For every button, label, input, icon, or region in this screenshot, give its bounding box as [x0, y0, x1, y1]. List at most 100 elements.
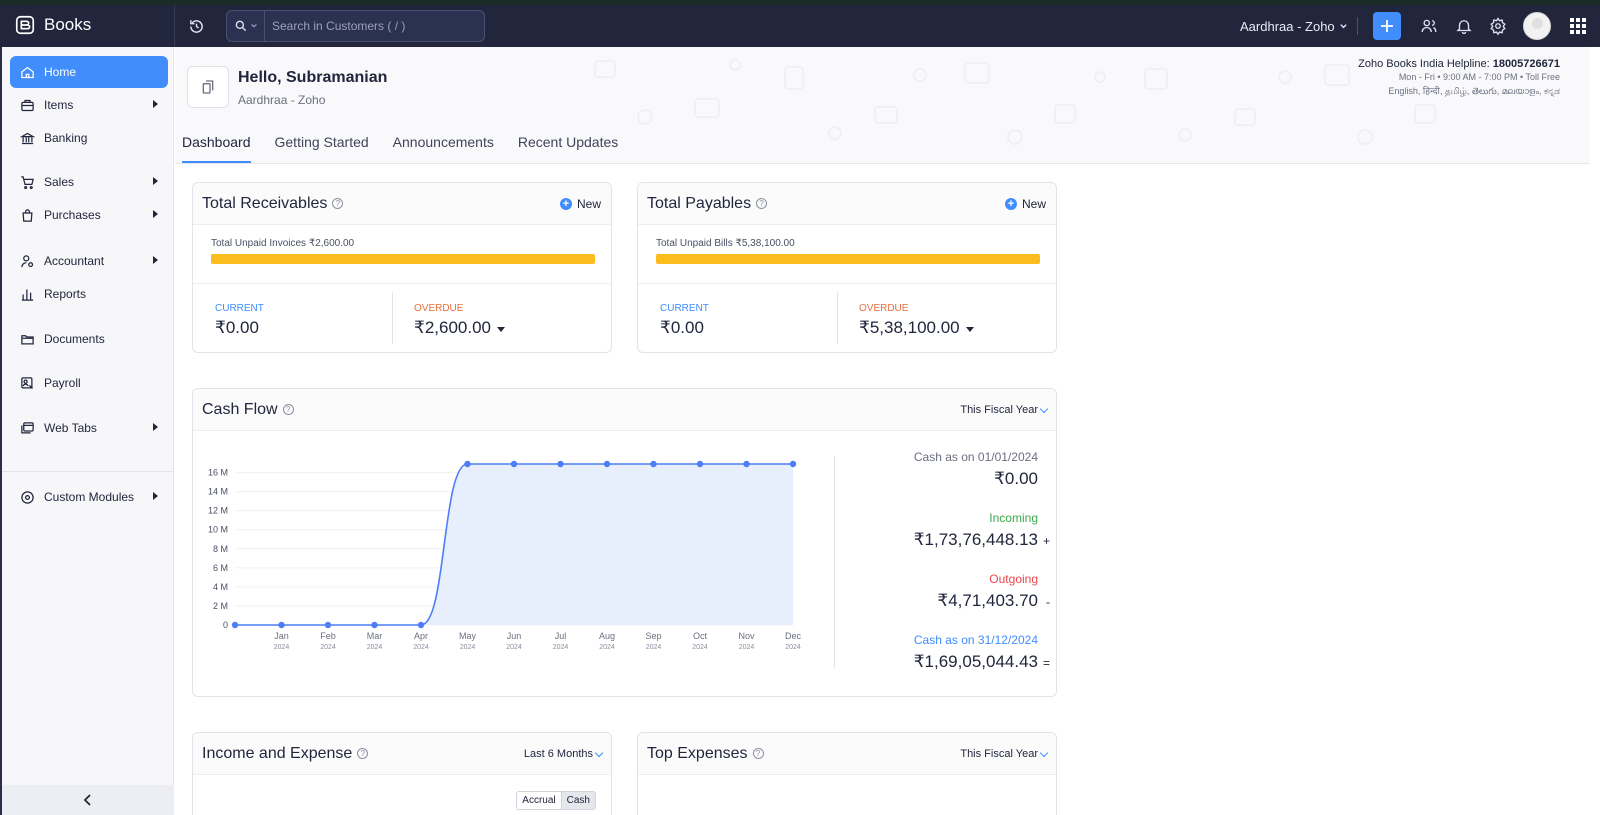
outgoing-cash: Outgoing ₹4,71,403.70 - [937, 572, 1050, 611]
help-icon[interactable]: ? [752, 748, 764, 759]
payroll-icon [21, 376, 33, 389]
top-bar: Books Aardhraa - Zoho [0, 5, 1600, 47]
stat-divider [392, 292, 393, 344]
caret-right-icon [153, 177, 158, 185]
sidebar-item-accountant[interactable]: Accountant [10, 245, 168, 277]
y-tick-label: 12 M [208, 506, 228, 516]
sidebar-item-payroll[interactable]: Payroll [10, 367, 168, 399]
bag-icon [22, 208, 33, 222]
sidebar-item-banking[interactable]: Banking [10, 122, 168, 154]
users-icon[interactable] [1420, 17, 1438, 35]
accrual-toggle-button[interactable]: Accrual [517, 792, 561, 809]
chevron-down-icon [1039, 748, 1049, 757]
overdue-label: OVERDUE [414, 303, 464, 314]
period-label: This Fiscal Year [960, 404, 1038, 416]
helpline-hours: Mon - Fri • 9:00 AM - 7:00 PM • Toll Fre… [1398, 72, 1560, 82]
apps-grid-icon[interactable] [1569, 17, 1587, 35]
closing-balance: Cash as on 31/12/2024 ₹1,69,05,044.43 = [913, 633, 1050, 672]
receivables-overdue-fill [211, 254, 595, 264]
helpline-number[interactable]: 18005726671 [1493, 58, 1560, 70]
chevron-down-icon [250, 23, 257, 28]
x-tick-label: Feb [320, 631, 336, 641]
chevron-down-icon [1339, 24, 1347, 29]
help-icon[interactable]: ? [357, 748, 369, 759]
tab-getting-started[interactable]: Getting Started [275, 124, 369, 163]
help-icon[interactable]: ? [282, 404, 294, 415]
period-label: This Fiscal Year [960, 748, 1038, 760]
sidebar-item-custom-modules[interactable]: Custom Modules [10, 481, 168, 513]
new-bill-button[interactable]: + New [1004, 197, 1046, 211]
collapse-sidebar-button[interactable] [2, 785, 174, 815]
sidebar-item-home[interactable]: Home [10, 56, 168, 88]
chevron-down-icon [1039, 404, 1049, 413]
overdue-value[interactable]: ₹2,600.00 [414, 318, 505, 338]
tab-dashboard[interactable]: Dashboard [182, 124, 251, 163]
cash-toggle-button[interactable]: Cash [560, 792, 595, 809]
current-label: CURRENT [660, 303, 709, 314]
current-value[interactable]: ₹0.00 [215, 318, 259, 338]
gear-icon[interactable] [1489, 17, 1507, 35]
new-button-label: New [576, 197, 601, 211]
income-expense-period-dropdown[interactable]: Last 6 Months [524, 748, 604, 760]
x-tick-year-label: 2024 [367, 644, 383, 651]
y-tick-label: 4 M [213, 582, 228, 592]
sidebar-item-label: Reports [44, 287, 87, 301]
reports-icon [21, 289, 34, 301]
y-tick-label: 2 M [213, 601, 228, 611]
books-logo-icon [15, 15, 35, 35]
overdue-value[interactable]: ₹5,38,100.00 [859, 318, 974, 338]
stat-divider [837, 292, 838, 344]
app-logo[interactable]: Books [14, 14, 91, 36]
sidebar-item-purchases[interactable]: Purchases [10, 199, 168, 231]
bell-icon[interactable] [1455, 17, 1473, 35]
search-input[interactable] [265, 19, 475, 33]
sidebar: Home Items Banking Sales Purchases Accou… [0, 47, 174, 815]
accountant-icon [21, 254, 34, 267]
incoming-cash: Incoming ₹1,73,76,448.13 + [914, 511, 1050, 550]
y-tick-label: 10 M [208, 525, 228, 535]
caret-right-icon [153, 492, 158, 500]
organization-logo[interactable] [187, 66, 229, 108]
sidebar-item-items[interactable]: Items [10, 89, 168, 121]
tab-announcements[interactable]: Announcements [393, 124, 494, 163]
x-tick-year-label: 2024 [320, 644, 336, 651]
x-tick-year-label: 2024 [739, 644, 755, 651]
x-tick-year-label: 2024 [646, 644, 662, 651]
sidebar-item-documents[interactable]: Documents [10, 323, 168, 355]
sidebar-item-label: Custom Modules [44, 490, 135, 504]
topbar-divider [174, 5, 175, 47]
sidebar-item-label: Web Tabs [44, 421, 97, 435]
outgoing-label: Outgoing [989, 572, 1038, 586]
quick-create-button[interactable] [1373, 12, 1401, 40]
x-tick-label: Jul [555, 631, 567, 641]
help-icon[interactable]: ? [756, 198, 768, 209]
tab-recent-updates[interactable]: Recent Updates [518, 124, 618, 163]
new-invoice-button[interactable]: + New [559, 197, 601, 211]
minus-sign: - [1046, 595, 1050, 609]
organization-name: Aardhraa - Zoho [238, 93, 326, 107]
opening-balance: Cash as on 01/01/2024 ₹0.00 [914, 450, 1038, 489]
cash-flow-point [371, 621, 378, 629]
search-box[interactable] [226, 10, 485, 42]
sidebar-item-web-tabs[interactable]: Web Tabs [10, 412, 168, 444]
user-avatar[interactable] [1523, 12, 1551, 40]
total-unpaid-bills: Total Unpaid Bills ₹5,38,100.00 [656, 238, 795, 249]
top-expenses-period-dropdown[interactable]: This Fiscal Year [960, 748, 1049, 760]
org-switcher[interactable]: Aardhraa - Zoho [1240, 19, 1348, 34]
chevron-down-icon [594, 748, 604, 757]
x-tick-label: May [459, 631, 477, 641]
modules-icon [21, 490, 34, 504]
cash-flow-point [278, 621, 285, 629]
search-scope-selector[interactable] [227, 11, 265, 41]
closing-balance-label: Cash as on 31/12/2024 [913, 633, 1038, 647]
x-tick-label: Jun [507, 631, 522, 641]
helpline-languages[interactable]: English, हिन्दी, தமிழ், తెలుగు, മലയാളം, … [1358, 84, 1560, 99]
x-tick-label: Aug [599, 631, 615, 641]
current-value[interactable]: ₹0.00 [660, 318, 704, 338]
x-tick-year-label: 2024 [460, 644, 476, 651]
recent-activity-icon[interactable] [188, 18, 205, 35]
sidebar-item-reports[interactable]: Reports [10, 278, 168, 310]
cash-flow-period-dropdown[interactable]: This Fiscal Year [960, 404, 1049, 416]
sidebar-item-sales[interactable]: Sales [10, 166, 168, 198]
help-icon[interactable]: ? [332, 198, 344, 209]
